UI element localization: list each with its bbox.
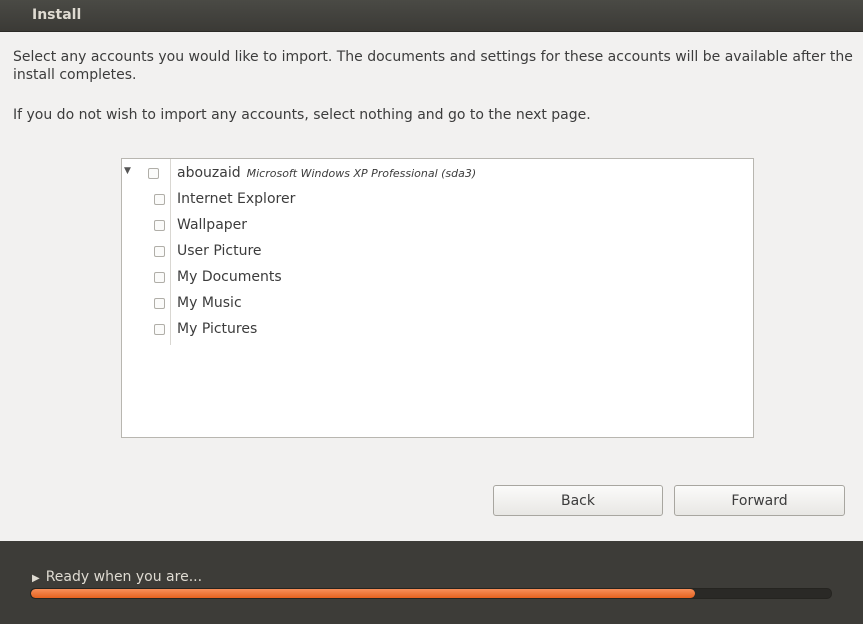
intro-text: Select any accounts you would like to im… [13, 49, 853, 83]
tree-row-wallpaper[interactable]: Wallpaper [122, 213, 753, 239]
my-pictures-checkbox[interactable] [154, 324, 165, 335]
progress-fill [31, 589, 695, 598]
tree-item-label: Internet Explorer [177, 191, 296, 207]
tree-item-label: My Pictures [177, 321, 258, 337]
wallpaper-checkbox[interactable] [154, 220, 165, 231]
user-picture-checkbox[interactable] [154, 246, 165, 257]
tree-item-label: User Picture [177, 243, 262, 259]
forward-button[interactable]: Forward [674, 485, 845, 516]
tree-row-my-documents[interactable]: My Documents [122, 265, 753, 291]
my-documents-checkbox[interactable] [154, 272, 165, 283]
tree-row-user-picture[interactable]: User Picture [122, 239, 753, 265]
account-checkbox[interactable] [148, 168, 159, 179]
window-title: Install [32, 7, 82, 23]
accounts-tree[interactable]: ▼ abouzaid Microsoft Windows XP Professio… [121, 158, 754, 438]
internet-explorer-checkbox[interactable] [154, 194, 165, 205]
my-music-checkbox[interactable] [154, 298, 165, 309]
status-text: Ready when you are... [45, 569, 203, 585]
account-source: Microsoft Windows XP Professional (sda3) [246, 167, 477, 180]
status-line[interactable]: ▶ Ready when you are... [32, 569, 202, 585]
tree-item-label: My Music [177, 295, 242, 311]
intro-hint-text: If you do not wish to import any account… [13, 107, 591, 123]
status-panel: ▶ Ready when you are... [0, 541, 863, 624]
expander-right-icon[interactable]: ▶ [32, 573, 40, 584]
tree-row-internet-explorer[interactable]: Internet Explorer [122, 187, 753, 213]
tree-row-my-music[interactable]: My Music [122, 291, 753, 317]
tree-item-label: Wallpaper [177, 217, 248, 233]
title-bar: Install [0, 0, 863, 32]
expander-down-icon[interactable]: ▼ [124, 166, 131, 176]
tree-item-label: My Documents [177, 269, 282, 285]
tree-row-my-pictures[interactable]: My Pictures [122, 317, 753, 343]
tree-row-account[interactable]: ▼ abouzaid Microsoft Windows XP Professio… [122, 161, 753, 187]
back-button[interactable]: Back [493, 485, 663, 516]
progress-bar [30, 588, 832, 599]
account-name: abouzaid [177, 165, 241, 181]
